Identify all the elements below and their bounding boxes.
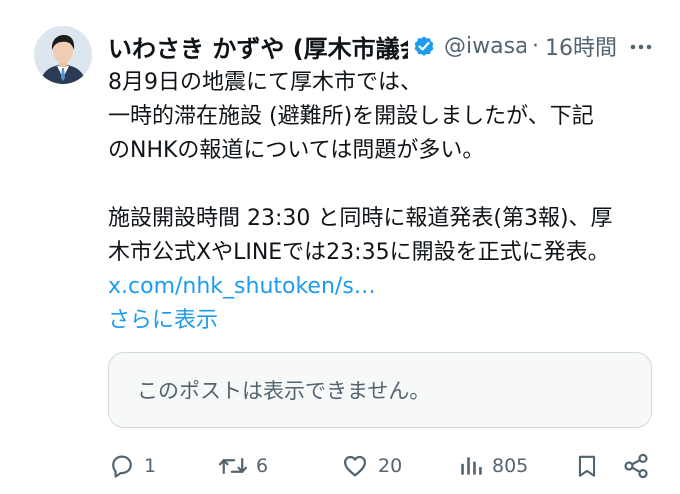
- post-header: いわさき かずや (厚木市議会議員) @iwasaki · 16時間: [108, 28, 662, 64]
- heart-icon: [343, 455, 367, 477]
- author-handle[interactable]: @iwasaki: [444, 34, 526, 59]
- paragraph-break: [108, 168, 668, 202]
- post-text: 8月9日の地震にて厚木市では、 一時的滞在施設 (避難所)を開設しましたが、下記…: [108, 66, 668, 338]
- post-text-line: 8月9日の地震にて厚木市では、: [108, 70, 422, 95]
- like-count: 20: [378, 455, 403, 477]
- author-name[interactable]: いわさき かずや (厚木市議会議員): [108, 29, 408, 64]
- show-more-link[interactable]: さらに表示: [108, 304, 668, 338]
- share-icon: [624, 453, 648, 479]
- post-text-line: 一時的滞在施設 (避難所)を開設しましたが、下記: [108, 104, 594, 129]
- person-avatar: [34, 26, 92, 84]
- bookmark-button[interactable]: [574, 448, 600, 484]
- post-timestamp[interactable]: 16時間: [545, 30, 617, 62]
- views-button[interactable]: 805: [458, 448, 528, 484]
- like-button[interactable]: 20: [340, 448, 402, 484]
- views-icon: [461, 457, 482, 475]
- post-text-line: 施設開設時間 23:30 と同時に報道発表(第3報)、厚: [108, 206, 613, 231]
- post[interactable]: いわさき かずや (厚木市議会議員) @iwasaki · 16時間 8月9日の…: [0, 0, 680, 494]
- avatar[interactable]: [34, 26, 92, 84]
- reply-count: 1: [144, 455, 157, 477]
- share-button[interactable]: [622, 448, 650, 484]
- reply-icon: [112, 455, 132, 478]
- more-icon[interactable]: [628, 34, 654, 60]
- verified-badge-icon: [414, 36, 434, 56]
- reply-button[interactable]: 1: [108, 448, 156, 484]
- post-text-line: 木市公式XやLINEでは23:35に開設を正式に発表。: [108, 240, 610, 265]
- post-text-line: のNHKの報道については問題が多い。: [108, 138, 485, 163]
- action-bar: 1 6 20 805: [108, 448, 658, 484]
- quoted-post-unavailable: このポストは表示できません。: [108, 352, 652, 428]
- unavailable-message: このポストは表示できません。: [137, 379, 431, 403]
- views-count: 805: [492, 455, 529, 477]
- repost-button[interactable]: 6: [218, 448, 268, 484]
- repost-icon: [218, 457, 248, 475]
- repost-count: 6: [256, 455, 269, 477]
- separator-dot: ·: [532, 33, 539, 59]
- post-link[interactable]: x.com/nhk_shutoken/s…: [108, 270, 668, 304]
- bookmark-icon: [578, 455, 596, 477]
